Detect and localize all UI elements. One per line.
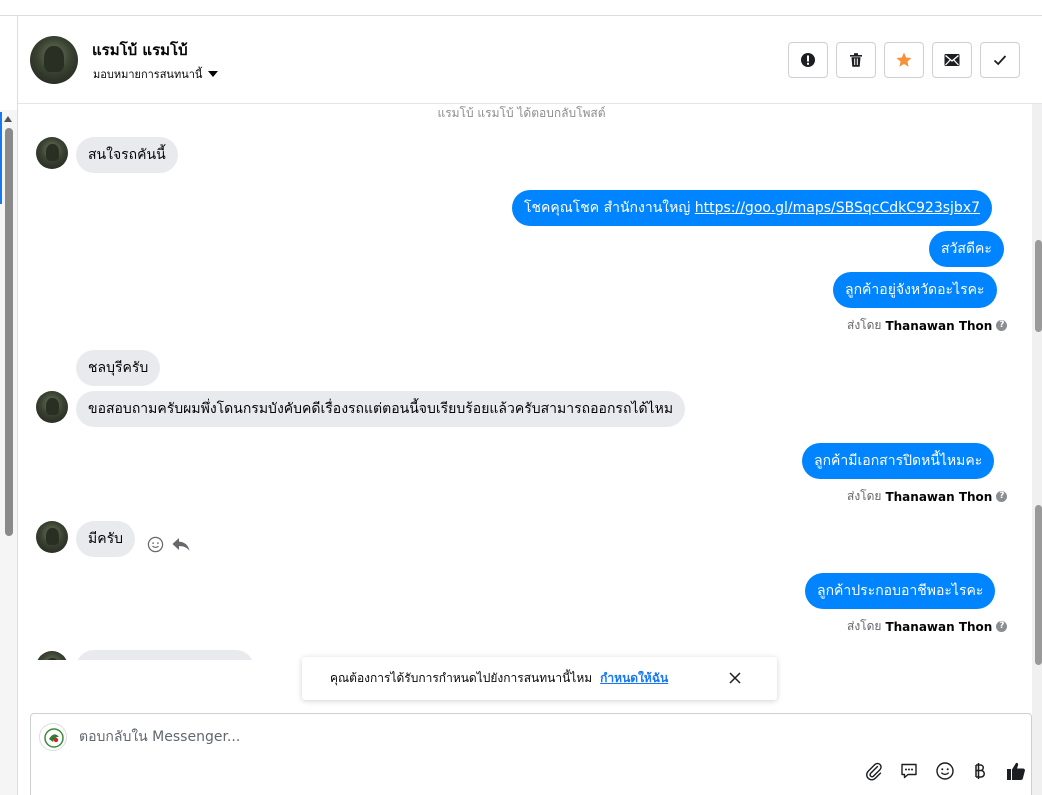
trash-icon [850,53,862,67]
mark-spam-button[interactable] [788,42,828,78]
left-scroll-thumb[interactable] [5,128,13,536]
sent-by-label: ส่งโดย [847,489,882,503]
assign-prompt-banner: คุณต้องการได้รับการกำหนดไปยังการสนทนานี้… [302,657,777,700]
payment-button[interactable] [969,760,991,782]
system-note: แรมโบ้ แรมโบ้ ได้ตอบกลับโพสต์ [437,106,606,120]
right-scrollbar[interactable] [1032,104,1042,795]
incoming-message[interactable]: มีครับ [76,521,135,557]
delete-button[interactable] [836,42,876,78]
outgoing-message-with-link[interactable]: โชคคุณโชค สำนักงานใหญ่ https://goo.gl/ma… [512,190,993,226]
caret-down-icon [208,71,219,77]
incoming-message[interactable]: ชลบุรีครับ [76,350,161,386]
emoji-button[interactable] [934,760,956,782]
assign-prompt-text: คุณต้องการได้รับการกำหนดไปยังการสนทนานี้… [330,671,593,685]
sent-by-label: ส่งโดย [847,318,882,332]
right-scroll-thumb[interactable] [1035,240,1042,332]
sent-by-info: ส่งโดย Thanawan Thon ? [847,487,1008,506]
help-icon[interactable]: ? [996,621,1008,632]
reply-arrow-icon[interactable] [171,536,191,553]
close-icon[interactable] [727,670,743,686]
quick-reply-icon [901,763,917,779]
page-avatar [39,723,67,751]
sent-by-info: ส่งโดย Thanawan Thon ? [847,316,1008,335]
messenger-window: แรมโบ้ แรมโบ้ มอบหมายการสนทนานี้ แรมโบ้ … [0,0,1042,795]
assign-conversation-dropdown[interactable]: มอบหมายการสนทนานี้ [93,65,219,83]
react-emoji-icon[interactable] [147,536,164,553]
sent-by-info: ส่งโดย Thanawan Thon ? [847,617,1008,636]
outgoing-message[interactable]: ลูกค้ามีเอกสารปิดหนี้ไหมคะ [802,443,995,479]
outgoing-message[interactable]: ลูกค้าประกอบอาชีพอะไรคะ [805,573,996,609]
incoming-message[interactable]: ขอสอบถามครับผมพึ่งโดนกรมบังคับคดีเรื่องร… [76,391,686,427]
contact-name[interactable]: แรมโบ้ แรมโบ้ [92,38,188,62]
sender-avatar[interactable] [36,651,68,660]
contact-avatar[interactable] [30,36,78,84]
emoji-icon [936,762,954,780]
help-icon[interactable]: ? [996,491,1008,502]
paperclip-icon [866,762,882,781]
sender-avatar[interactable] [36,391,68,423]
outgoing-message[interactable]: สวัสดีคะ [929,231,1004,267]
message-text: โชคคุณโชค สำนักงานใหญ่ [524,200,695,216]
assign-label: มอบหมายการสนทนานี้ [93,68,203,81]
reply-composer [30,713,1032,795]
sender-avatar[interactable] [36,521,68,553]
selected-indicator [0,112,2,204]
conversation-header: แรมโบ้ แรมโบ้ มอบหมายการสนทนานี้ [18,16,1042,104]
check-icon [993,55,1007,66]
incoming-message[interactable]: สนใจรถคันนี้ [76,137,178,173]
sent-by-name: Thanawan Thon [885,619,993,634]
outgoing-message[interactable]: ลูกค้าอยู่จังหวัดอะไรคะ [833,272,997,308]
scroll-up-arrow-icon[interactable] [4,116,12,122]
sender-avatar[interactable] [36,137,68,169]
star-icon [896,52,912,67]
reply-input[interactable] [79,726,779,748]
like-button[interactable] [1005,760,1027,782]
right-scroll-thumb-lower[interactable] [1035,505,1042,665]
sent-by-name: Thanawan Thon [885,489,993,504]
incoming-message-partial[interactable] [76,650,254,660]
sent-by-label: ส่งโดย [847,619,882,633]
sent-by-name: Thanawan Thon [885,318,993,333]
saved-reply-button[interactable] [898,760,920,782]
mark-unread-button[interactable] [932,42,972,78]
star-button[interactable] [884,42,924,78]
mark-done-button[interactable] [980,42,1020,78]
baht-icon [975,763,985,779]
thumbs-up-icon [1007,762,1025,780]
mail-icon [944,54,960,66]
attach-button[interactable] [863,760,885,782]
help-icon[interactable]: ? [996,320,1008,331]
message-thread[interactable]: แรมโบ้ แรมโบ้ ได้ตอบกลับโพสต์ สนใจรถคันน… [18,104,1032,660]
map-link[interactable]: https://goo.gl/maps/SBSqcCdkC923sjbx7 [695,200,980,216]
alert-icon [801,53,815,67]
assign-to-me-link[interactable]: กำหนดให้ฉัน [600,669,668,688]
